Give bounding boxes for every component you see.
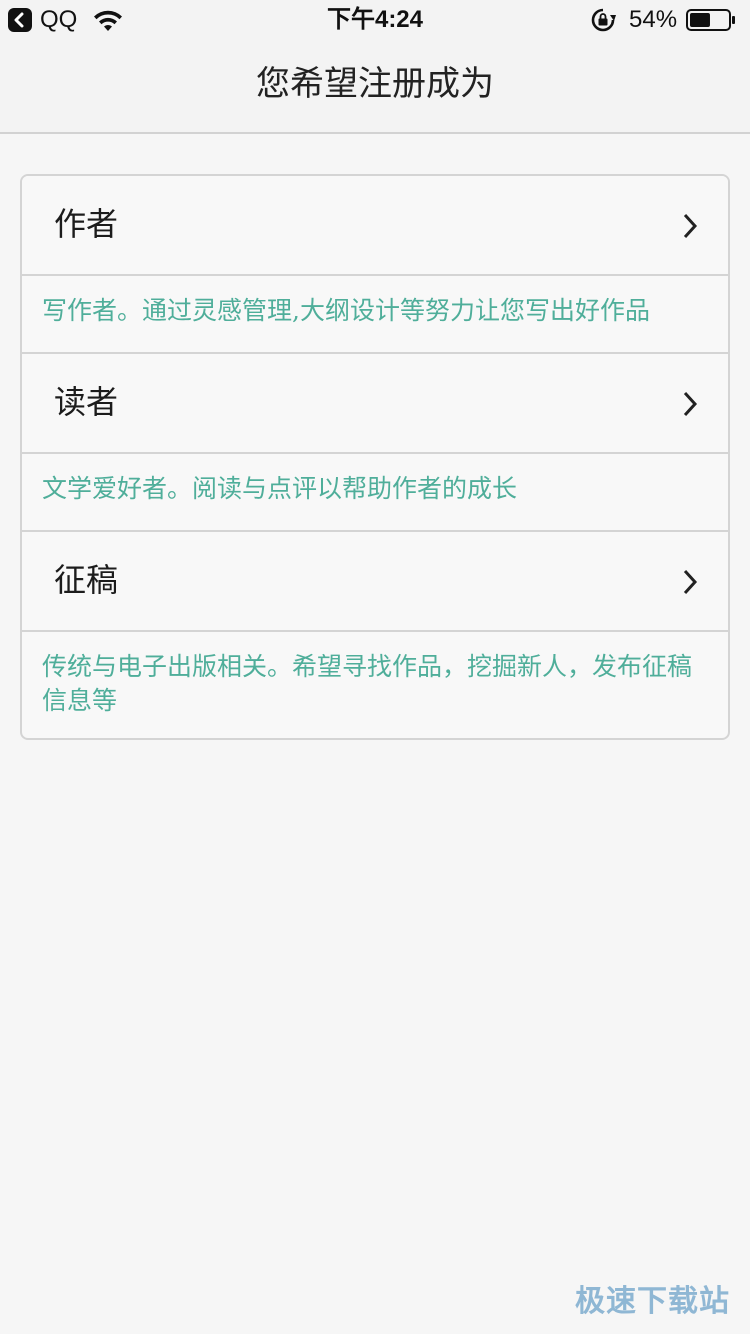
chevron-right-icon [683, 569, 698, 595]
chevron-right-icon [683, 213, 698, 239]
nav-bar: 您希望注册成为 [0, 40, 750, 134]
role-description: 传统与电子出版相关。希望寻找作品，挖掘新人，发布征稿信息等 [42, 652, 693, 715]
battery-icon [686, 9, 735, 31]
status-app-name[interactable]: QQ [40, 4, 77, 36]
role-item-author[interactable]: 作者 [22, 176, 728, 276]
battery-percent: 54% [629, 6, 678, 33]
page-title: 您希望注册成为 [256, 64, 494, 104]
role-description: 写作者。通过灵感管理,大纲设计等努力让您写出好作品 [22, 276, 728, 354]
role-item-reader[interactable]: 读者 [22, 354, 728, 454]
back-arrow-icon[interactable] [8, 8, 32, 32]
role-title: 征稿 [54, 561, 119, 599]
chevron-right-icon [683, 391, 698, 417]
role-title: 作者 [54, 205, 119, 243]
role-list: 作者 写作者。通过灵感管理,大纲设计等努力让您写出好作品 读者 文学爱好者。阅读… [20, 174, 730, 740]
role-description: 文学爱好者。阅读与点评以帮助作者的成长 [22, 454, 728, 532]
role-item-submission[interactable]: 征稿 [22, 532, 728, 632]
rotation-lock-icon [591, 8, 616, 32]
status-bar: QQ 下午4:24 54% [0, 0, 750, 40]
watermark: 极速下载站 [575, 1284, 730, 1319]
wifi-icon [94, 10, 122, 31]
role-title: 读者 [54, 383, 119, 421]
